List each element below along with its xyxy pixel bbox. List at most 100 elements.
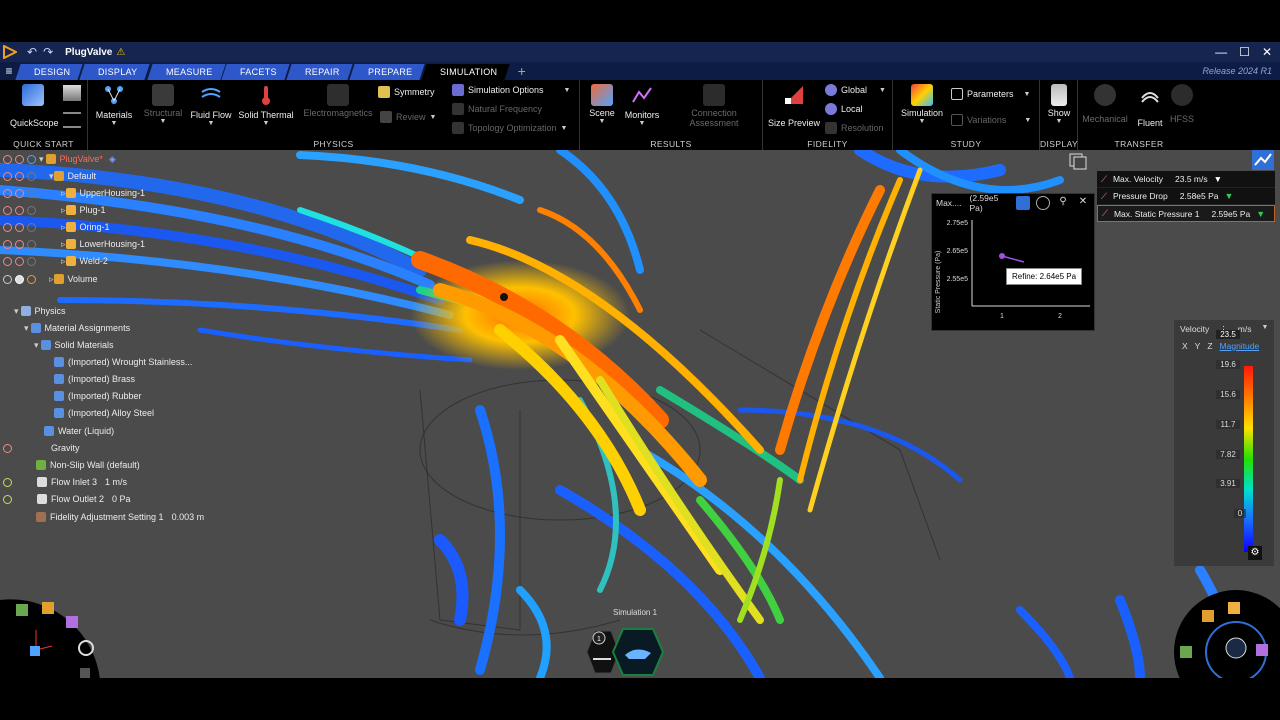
filter-icon[interactable] [1068, 152, 1088, 170]
tab-design[interactable]: DESIGN [15, 64, 83, 80]
electromagnetics-button[interactable]: Electromagnetics [300, 84, 376, 118]
options-icon [452, 84, 464, 96]
stack-icon[interactable] [63, 112, 81, 128]
visibility-icon[interactable] [3, 154, 12, 164]
component-magnitude[interactable]: Magnitude [1220, 341, 1260, 351]
solid-thermal-button[interactable]: Solid Thermal ▼ [236, 84, 296, 127]
tree-root[interactable]: ▾ PlugValve* ◈ [3, 152, 116, 166]
tree-item-part[interactable]: ▹ Weld-2 [3, 254, 108, 268]
close-panel-icon[interactable]: ✕ [1076, 196, 1090, 210]
mechanical-button[interactable]: Mechanical [1080, 84, 1130, 124]
monitors-button[interactable]: Monitors ▼ [620, 84, 664, 127]
tab-repair[interactable]: REPAIR [286, 64, 353, 80]
tree-item-solid-materials[interactable]: ▾ Solid Materials [34, 338, 114, 352]
tab-display[interactable]: DISPLAY [79, 64, 151, 80]
history-icon[interactable] [1036, 196, 1050, 210]
materials-button[interactable]: Materials ▼ [94, 84, 134, 127]
pin-icon[interactable]: ⚲ [1056, 196, 1070, 210]
expand-icon[interactable]: ▹ [61, 188, 66, 199]
component-z[interactable]: Z [1207, 341, 1212, 351]
quickscope-button[interactable]: QuickScope [10, 84, 59, 128]
redo-icon[interactable]: ↷ [43, 45, 53, 59]
show-icon [1051, 84, 1067, 106]
collapse-icon[interactable]: ▾ [34, 340, 39, 351]
undo-icon[interactable]: ↶ [27, 45, 37, 59]
parameters-button[interactable]: Parameters ▼ [951, 88, 1030, 100]
show-button[interactable]: Show ▼ [1044, 84, 1074, 125]
add-tab-icon[interactable]: + [518, 63, 526, 79]
expand-icon[interactable]: ▹ [49, 274, 54, 285]
structural-button[interactable]: Structural ▼ [140, 84, 186, 125]
visibility-icon[interactable] [15, 154, 24, 164]
orientation-widget[interactable] [0, 590, 104, 678]
review-button[interactable]: Review ▼ [380, 111, 436, 123]
component-x[interactable]: X [1182, 341, 1188, 351]
legend-settings-icon[interactable]: ⚙ [1248, 546, 1262, 560]
close-button[interactable]: ✕ [1262, 45, 1272, 59]
simulation-options-button[interactable]: Simulation Options ▼ [452, 84, 570, 96]
menu-icon[interactable]: ≡ [0, 64, 18, 78]
connection-assessment-button[interactable]: Connection Assessment [666, 84, 762, 128]
result-row-selected[interactable]: ⟋ Max. Static Pressure 1 2.59e5 Pa ▼ [1097, 205, 1275, 222]
fluid-flow-button[interactable]: Fluid Flow ▼ [188, 84, 234, 127]
resolution-button[interactable]: Resolution [825, 122, 884, 134]
monitor-chart-panel: Max.... (2.59e5 Pa) ⚲ ✕ Static Pressure … [931, 193, 1095, 331]
scene-button[interactable]: Scene ▼ [584, 84, 620, 125]
visibility-icon[interactable] [27, 154, 36, 164]
tab-measure[interactable]: MEASURE [147, 64, 225, 80]
global-button[interactable]: Global ▼ [825, 84, 886, 96]
tree-item-default[interactable]: ▾ Default [3, 169, 96, 183]
topology-optimization-button[interactable]: Topology Optimization ▼ [452, 122, 567, 134]
maximize-button[interactable]: ☐ [1239, 45, 1250, 59]
monitor-chart-icon[interactable] [1252, 150, 1274, 170]
legend-quantity[interactable]: Velocity [1180, 324, 1209, 335]
tree-item-material[interactable]: (Imported) Brass [54, 372, 135, 386]
tree-item-material[interactable]: (Imported) Rubber [54, 389, 142, 403]
tree-item-part[interactable]: ▹ Plug-1 [3, 203, 106, 217]
result-row[interactable]: ⟋ Pressure Drop 2.58e5 Pa ▼ [1097, 188, 1275, 205]
symmetry-button[interactable]: Symmetry [378, 86, 435, 98]
natural-frequency-button[interactable]: Natural Frequency [452, 103, 542, 115]
collapse-icon[interactable]: ▾ [14, 306, 19, 317]
tree-item-material-assignments[interactable]: ▾ Material Assignments [24, 321, 130, 335]
tab-simulation[interactable]: SIMULATION [421, 64, 511, 80]
result-row[interactable]: ⟋ Max. Velocity 23.5 m/s ▼ [1097, 171, 1275, 188]
material-icon [54, 357, 64, 367]
expand-icon[interactable]: ▹ [61, 205, 66, 216]
tree-item-part[interactable]: ▹ UpperHousing-1 [3, 186, 145, 200]
3d-viewport[interactable]: ▾ PlugValve* ◈ ▾ Default ▹ UpperHousing-… [0, 150, 1280, 678]
collapse-icon[interactable]: ▾ [39, 154, 44, 165]
tree-item-material[interactable]: (Imported) Wrought Stainless... [54, 355, 192, 369]
size-preview-button[interactable]: Size Preview [767, 84, 821, 128]
component-y[interactable]: Y [1195, 341, 1201, 351]
tree-item-inlet[interactable]: Flow Inlet 3 1 m/s [3, 475, 127, 489]
expand-icon[interactable]: ▹ [61, 239, 66, 250]
tree-item-wall[interactable]: Non-Slip Wall (default) [36, 458, 140, 472]
tree-item-part[interactable]: ▹ LowerHousing-1 [3, 237, 145, 251]
collapse-icon[interactable]: ▾ [49, 171, 54, 182]
minimize-button[interactable]: — [1215, 45, 1227, 59]
tree-item-gravity[interactable]: Gravity [3, 441, 80, 455]
tree-item-material[interactable]: (Imported) Alloy Steel [54, 406, 154, 420]
hfss-button[interactable]: HFSS [1168, 84, 1196, 124]
tab-prepare[interactable]: PREPARE [349, 64, 425, 80]
unit-dropdown-icon[interactable]: ▼ [1262, 324, 1269, 335]
simulation-button[interactable]: Simulation ▼ [897, 84, 947, 125]
refine-icon[interactable] [1016, 196, 1030, 210]
tree-item-outlet[interactable]: Flow Outlet 2 0 Pa [3, 492, 131, 506]
fluent-button[interactable]: Fluent [1132, 84, 1168, 128]
variations-button[interactable]: Variations ▼ [951, 114, 1031, 126]
probe-point[interactable] [500, 293, 508, 301]
expand-icon[interactable]: ▹ [61, 222, 66, 233]
expand-icon[interactable]: ▹ [61, 256, 66, 267]
navigation-wheel[interactable] [1172, 588, 1280, 678]
tab-facets[interactable]: FACETS [221, 64, 290, 80]
tree-item-volume[interactable]: ▹ Volume [3, 272, 98, 286]
tree-item-physics[interactable]: ▾ Physics [14, 304, 66, 318]
tree-item-part[interactable]: ▹ Oring-1 [3, 220, 110, 234]
local-button[interactable]: Local [825, 103, 863, 115]
tree-item-water[interactable]: Water (Liquid) [44, 424, 114, 438]
collapse-icon[interactable]: ▾ [24, 323, 29, 334]
tree-item-fidelity[interactable]: Fidelity Adjustment Setting 1 0.003 m [36, 510, 204, 524]
layers-icon[interactable] [63, 85, 81, 101]
